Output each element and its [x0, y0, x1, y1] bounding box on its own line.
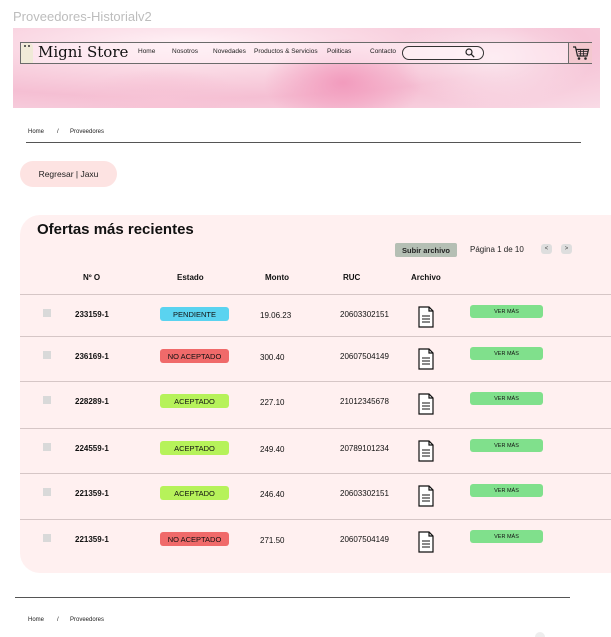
table-row: 224559-1 ACEPTADO 249.40 20789101234 VER MÁS	[20, 428, 611, 473]
divider	[26, 142, 581, 143]
column-header-amount: Monto	[265, 273, 289, 282]
row-checkbox[interactable]	[43, 351, 51, 359]
view-more-button[interactable]: VER MÁS	[470, 439, 543, 452]
nav-contacto[interactable]: Contacto	[370, 48, 396, 55]
column-header-status: Estado	[177, 273, 204, 282]
view-more-button[interactable]: VER MÁS	[470, 392, 543, 405]
view-more-button[interactable]: VER MÁS	[470, 530, 543, 543]
document-icon[interactable]	[417, 531, 435, 553]
nav-politicas[interactable]: Politicas	[327, 48, 351, 55]
order-number: 236169-1	[75, 352, 109, 361]
document-icon[interactable]	[417, 306, 435, 328]
footer-divider	[15, 597, 570, 598]
ruc-value: 20607504149	[340, 352, 389, 361]
offers-title: Ofertas más recientes	[37, 221, 194, 238]
footer-breadcrumb-current: Proveedores	[70, 617, 105, 623]
order-number: 233159-1	[75, 310, 109, 319]
cart-icon	[573, 46, 590, 60]
upload-file-button[interactable]: Subir archivo	[395, 243, 457, 257]
breadcrumb-home[interactable]: Home	[28, 129, 44, 135]
table-row: 221359-1 ACEPTADO 246.40 20603302151 VER MÁS	[20, 473, 611, 518]
row-checkbox[interactable]	[43, 396, 51, 404]
prev-page-button[interactable]: <	[541, 244, 552, 254]
status-badge: ACEPTADO	[160, 486, 229, 500]
table-row: 221359-1 NO ACEPTADO 271.50 20607504149 VER …	[20, 519, 611, 564]
status-badge: PENDIENTE	[160, 307, 229, 321]
logo-icon	[21, 43, 33, 63]
ruc-value: 20789101234	[340, 444, 389, 453]
search-input[interactable]	[402, 46, 484, 60]
row-checkbox[interactable]	[43, 443, 51, 451]
table-row: 236169-1 NO ACEPTADO 300.40 20607504149 VER …	[20, 336, 611, 381]
cart-button[interactable]	[568, 43, 592, 63]
view-more-button[interactable]: VER MÁS	[470, 484, 543, 497]
row-checkbox[interactable]	[43, 309, 51, 317]
amount-value: 19.06.23	[260, 311, 292, 320]
store-logo[interactable]: Migni Store	[38, 43, 128, 61]
ruc-value: 21012345678	[340, 397, 389, 406]
view-more-button[interactable]: VER MÁS	[470, 347, 543, 360]
amount-value: 300.40	[260, 353, 285, 362]
order-number: 224559-1	[75, 444, 109, 453]
breadcrumb-separator: /	[57, 129, 59, 135]
row-checkbox[interactable]	[43, 534, 51, 542]
ruc-value: 20603302151	[340, 310, 389, 319]
amount-value: 271.50	[260, 536, 285, 545]
document-icon[interactable]	[417, 485, 435, 507]
footer-breadcrumb-home[interactable]: Home	[28, 617, 44, 623]
ruc-value: 20607504149	[340, 535, 389, 544]
top-navbar: Migni Store Home Nosotros Novedades Prod…	[20, 42, 592, 64]
offers-card: Ofertas más recientes Subir archivo Pági…	[20, 215, 611, 573]
pagination-info: Página 1 de 10	[470, 245, 524, 254]
amount-value: 249.40	[260, 445, 285, 454]
nav-nosotros[interactable]: Nosotros	[172, 48, 198, 55]
order-number: 221359-1	[75, 489, 109, 498]
table-row: 228289-1 ACEPTADO 227.10 21012345678 VER MÁS	[20, 381, 611, 426]
nav-home[interactable]: Home	[138, 48, 155, 55]
nav-novedades[interactable]: Novedades	[213, 48, 246, 55]
column-header-number: Nº O	[83, 273, 101, 282]
next-page-button[interactable]: >	[561, 244, 572, 254]
row-checkbox[interactable]	[43, 488, 51, 496]
status-badge: ACEPTADO	[160, 394, 229, 408]
hero-banner	[13, 28, 600, 108]
table-row: 233159-1 PENDIENTE 19.06.23 20603302151 VER …	[20, 294, 611, 339]
order-number: 228289-1	[75, 397, 109, 406]
nav-productos[interactable]: Productos & Servicios	[254, 48, 318, 55]
view-more-button[interactable]: VER MÁS	[470, 305, 543, 318]
frame-title: Proveedores-Historialv2	[13, 9, 152, 24]
amount-value: 227.10	[260, 398, 285, 407]
column-header-ruc: RUC	[343, 273, 361, 282]
document-icon[interactable]	[417, 393, 435, 415]
status-badge: ACEPTADO	[160, 441, 229, 455]
back-button[interactable]: Regresar | Jaxu	[20, 161, 117, 187]
order-number: 221359-1	[75, 535, 109, 544]
document-icon[interactable]	[417, 440, 435, 462]
footer-breadcrumb-separator: /	[57, 617, 59, 623]
search-icon[interactable]	[465, 48, 475, 58]
breadcrumb-current: Proveedores	[70, 129, 105, 135]
amount-value: 246.40	[260, 490, 285, 499]
status-badge: NO ACEPTADO	[160, 349, 229, 363]
status-badge: NO ACEPTADO	[160, 532, 229, 546]
document-icon[interactable]	[417, 348, 435, 370]
scroll-indicator	[535, 632, 545, 637]
ruc-value: 20603302151	[340, 489, 389, 498]
column-header-file: Archivo	[411, 273, 441, 282]
